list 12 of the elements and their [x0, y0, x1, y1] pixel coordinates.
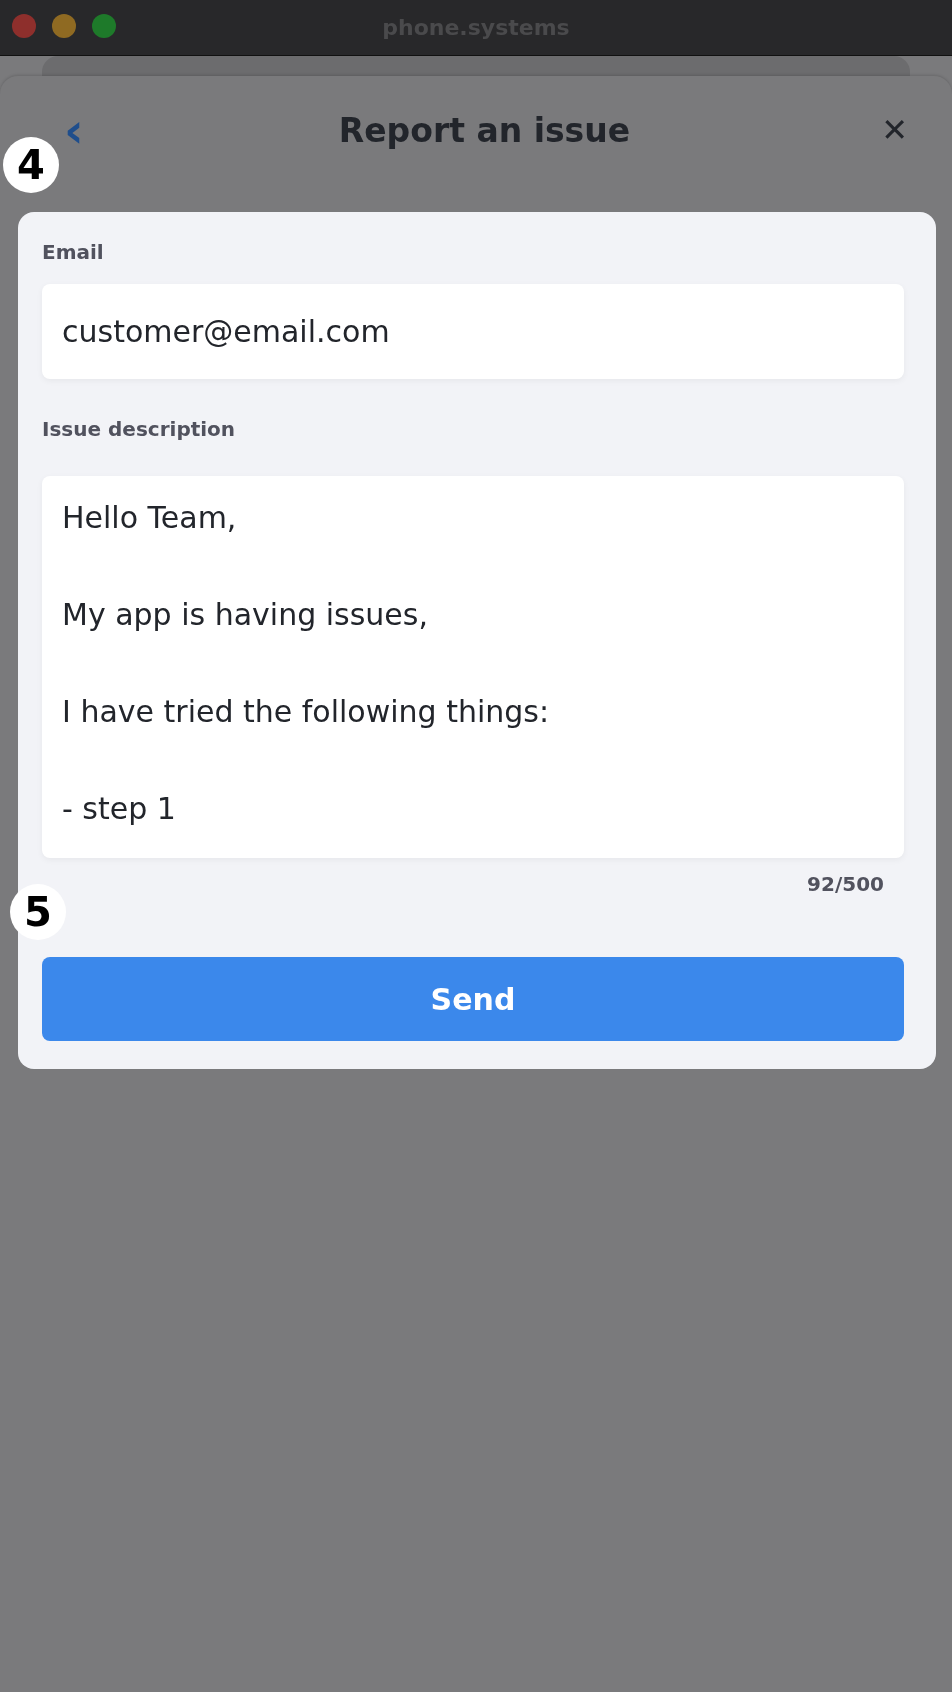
zoom-window-icon[interactable]	[92, 14, 116, 38]
field-label: Email	[42, 240, 105, 264]
description-field[interactable]: Hello Team, My app is having issues, I have tried the following things: - step 1	[42, 476, 904, 858]
close-button[interactable]: ✕	[877, 114, 912, 146]
field-label: Issue description	[42, 417, 237, 441]
back-button[interactable]: ‹	[56, 106, 92, 154]
character-counter: 92/500	[807, 872, 884, 896]
dialog-title: Report an issue	[338, 110, 631, 150]
close-window-icon[interactable]	[12, 14, 36, 38]
minimize-window-icon[interactable]	[52, 14, 76, 38]
email-field[interactable]: customer@email.com	[42, 284, 904, 379]
send-button[interactable]: Send	[42, 957, 904, 1041]
